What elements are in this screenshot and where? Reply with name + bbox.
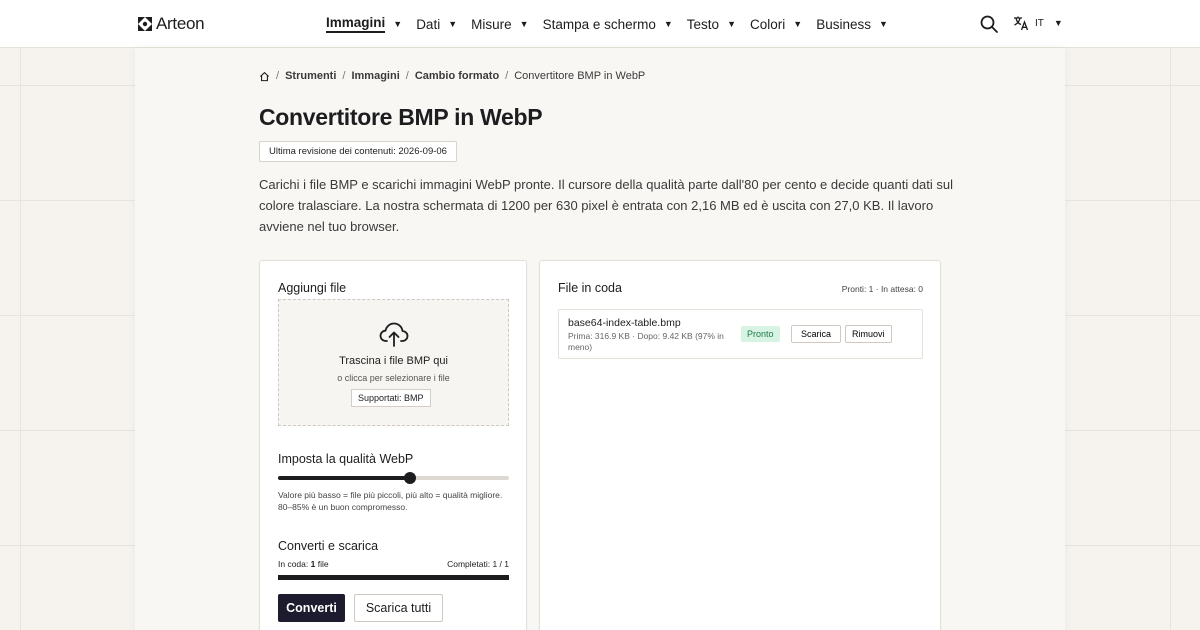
breadcrumb-item-immagini[interactable]: Immagini (351, 70, 399, 82)
nav-item-misure[interactable]: Misure ▼ (471, 15, 528, 33)
brand-logo[interactable]: Arteon (137, 14, 205, 34)
caret-down-icon: ▼ (663, 19, 673, 29)
nav-item-business[interactable]: Business ▼ (816, 15, 888, 33)
queue-status: Pronti: 1 · In attesa: 0 (841, 284, 923, 294)
home-icon[interactable] (259, 71, 270, 82)
intro-text: Carichi i file BMP e scarichi immagini W… (259, 177, 954, 234)
caret-down-icon: ▼ (727, 19, 736, 29)
language-selector[interactable]: IT ▼ (1013, 15, 1063, 31)
main-content: / Strumenti / Immagini / Cambio formato … (135, 48, 1065, 630)
breadcrumb-separator: / (505, 70, 509, 82)
file-dropzone[interactable]: Trascina i file BMP qui o clicca per sel… (278, 299, 509, 426)
file-list-item: base64-index-table.bmp Prima: 316.9 KB ·… (558, 309, 923, 359)
translate-icon (1014, 16, 1029, 31)
brand-name: Arteon (156, 14, 205, 33)
caret-down-icon: ▼ (393, 19, 403, 29)
nav-label: Testo (686, 16, 720, 32)
quality-slider-fill (278, 476, 410, 480)
conversion-progress-fill (278, 575, 509, 580)
caret-down-icon: ▼ (519, 19, 529, 29)
dropzone-text: Trascina i file BMP qui (339, 355, 448, 367)
convert-title: Converti e scarica (278, 539, 379, 553)
queue-count-text: In coda: 1 file (278, 559, 329, 569)
breadcrumb-separator: / (342, 70, 346, 82)
nav-label: Immagini (326, 15, 386, 33)
conversion-progress-bar (278, 575, 509, 580)
queue-title: File in coda (558, 281, 622, 295)
search-icon[interactable] (979, 14, 999, 34)
revision-badge: Ultima revisione dei contenuti: 2026-09-… (259, 141, 457, 162)
breadcrumb: / Strumenti / Immagini / Cambio formato … (259, 70, 645, 82)
queue-summary: In coda: 1 file Completati: 1 / 1 (278, 559, 509, 569)
download-file-button[interactable]: Scarica (791, 325, 842, 343)
cloud-upload-icon (379, 322, 409, 347)
nav-item-colori[interactable]: Colori ▼ (750, 15, 802, 33)
nav-item-testo[interactable]: Testo ▼ (687, 15, 736, 33)
download-all-button[interactable]: Scarica tutti (354, 594, 443, 622)
nav-label: Dati (416, 16, 441, 32)
upload-panel: Aggiungi file Trascina i file BMP qui o … (259, 260, 527, 630)
top-navigation-bar: Arteon Immagini ▼ Dati ▼ Misure ▼ Stampa… (0, 0, 1200, 48)
caret-down-icon: ▼ (448, 19, 458, 29)
language-code: IT (1035, 17, 1044, 29)
breadcrumb-item-strumenti[interactable]: Strumenti (285, 70, 336, 82)
status-badge: Pronto (741, 326, 780, 342)
supported-formats-badge: Supportati: BMP (351, 389, 431, 407)
quality-title: Imposta la qualità WebP (278, 452, 414, 466)
caret-down-icon: ▼ (878, 19, 888, 29)
file-name: base64-index-table.bmp (568, 317, 681, 329)
nav-item-stampa-e-schermo[interactable]: Stampa e schermo ▼ (543, 15, 673, 33)
nav-label: Misure (471, 16, 512, 32)
nav-item-dati[interactable]: Dati ▼ (416, 15, 457, 33)
main-nav: Immagini ▼ Dati ▼ Misure ▼ Stampa e sche… (326, 15, 902, 33)
caret-down-icon: ▼ (793, 19, 803, 29)
logo-mark-icon (138, 17, 152, 31)
queue-panel: File in coda Pronti: 1 · In attesa: 0 ba… (539, 260, 941, 630)
breadcrumb-item-cambio-formato[interactable]: Cambio formato (415, 70, 499, 82)
quality-help-text: Valore più basso = file più piccoli, più… (278, 490, 503, 512)
nav-label: Colori (750, 16, 786, 32)
dropzone-subtext: o clicca per selezionare i file (337, 373, 450, 383)
breadcrumb-current: Convertitore BMP in WebP (514, 70, 646, 82)
file-size-info: Prima: 316.9 KB · Dopo: 9.42 KB (97% in … (568, 331, 724, 352)
caret-down-icon: ▼ (1053, 18, 1063, 28)
convert-button[interactable]: Converti (278, 594, 345, 622)
breadcrumb-separator: / (405, 70, 409, 82)
page-title: Convertitore BMP in WebP (259, 104, 543, 130)
quality-slider-thumb[interactable] (403, 472, 416, 484)
nav-label: Stampa e schermo (542, 16, 656, 32)
remove-file-button[interactable]: Rimuovi (845, 325, 892, 343)
breadcrumb-separator: / (276, 70, 280, 82)
upload-title: Aggiungi file (278, 281, 347, 295)
nav-item-immagini[interactable]: Immagini ▼ (326, 15, 402, 33)
quality-slider[interactable] (278, 472, 509, 484)
nav-label: Business (816, 16, 871, 32)
completed-count: Completati: 1 / 1 (447, 559, 509, 569)
